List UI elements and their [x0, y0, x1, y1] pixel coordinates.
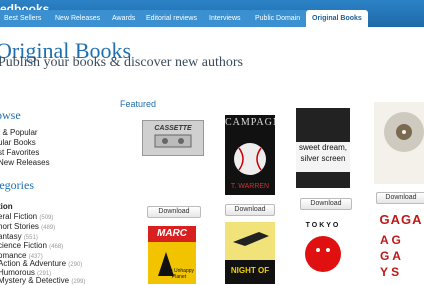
- nav-best-sellers[interactable]: Best Sellers: [0, 10, 52, 27]
- nav-public-domain[interactable]: Public Domain: [249, 10, 309, 27]
- category-link[interactable]: Action & Adventure (290): [0, 259, 82, 268]
- category-link[interactable]: hort Stories (489): [0, 222, 55, 231]
- download-button[interactable]: Download: [147, 206, 201, 218]
- book-cover-record[interactable]: [374, 102, 424, 184]
- browse-link[interactable]: New Releases: [0, 158, 50, 167]
- lettering-art-icon: A G G A Y S: [380, 233, 401, 279]
- download-button[interactable]: Download: [376, 192, 424, 204]
- browse-link[interactable]: st Favorites: [0, 148, 39, 157]
- cassette-art-icon: [154, 134, 192, 148]
- featured-heading: Featured: [120, 99, 157, 109]
- book-subtitle: The Unhappy Planet: [163, 268, 195, 280]
- book-cover-cassette[interactable]: CASSETTE: [142, 120, 204, 156]
- book-title: NIGHT OF: [230, 266, 270, 275]
- book-cover-night-of[interactable]: NIGHT OF: [225, 222, 275, 284]
- book-cover-gaga[interactable]: GAGA A G G A Y S: [376, 210, 424, 284]
- category-link[interactable]: cience Fiction (468): [0, 241, 63, 250]
- nav-original-books[interactable]: Original Books: [306, 10, 368, 27]
- svg-text:Y S: Y S: [380, 265, 399, 279]
- browse-link[interactable]: t & Popular: [0, 128, 38, 137]
- book-cover-tokyo[interactable]: TOKYO: [298, 220, 348, 284]
- book-cover-campagn[interactable]: CAMPAGN T. WARREN: [225, 115, 275, 195]
- category-link[interactable]: eral Fiction (509): [0, 212, 53, 221]
- nav-new-releases[interactable]: New Releases: [49, 10, 111, 27]
- browse-heading: owse: [0, 108, 21, 122]
- top-bar: edbooks Best Sellers New Releases Awards…: [0, 0, 424, 27]
- book-cover-marc[interactable]: MARC The Unhappy Planet: [148, 226, 196, 284]
- book-author: T. WARREN: [230, 183, 270, 190]
- book-cover-sweet-dream[interactable]: sweet dream, silver screen: [296, 108, 350, 188]
- browse-link[interactable]: ular Books: [0, 138, 36, 147]
- nav-editorial-reviews[interactable]: Editorial reviews: [140, 10, 206, 27]
- red-sun-art-icon: [305, 236, 341, 272]
- book-title: sweet dream, silver screen: [298, 143, 348, 163]
- download-button[interactable]: Download: [300, 198, 352, 210]
- nav-awards[interactable]: Awards: [106, 10, 144, 27]
- record-art-icon: [384, 112, 424, 152]
- nav-interviews[interactable]: Interviews: [203, 10, 251, 27]
- svg-text:A G: A G: [380, 233, 401, 247]
- main-nav: Best Sellers New Releases Awards Editori…: [0, 10, 424, 27]
- download-button[interactable]: Download: [225, 204, 275, 216]
- category-link[interactable]: antasy (551): [0, 232, 38, 241]
- svg-text:G A: G A: [380, 249, 401, 263]
- page-tagline: Publish your books & discover new author…: [0, 55, 243, 70]
- categories-heading: tegories: [0, 178, 34, 192]
- category-group[interactable]: tion: [0, 202, 13, 211]
